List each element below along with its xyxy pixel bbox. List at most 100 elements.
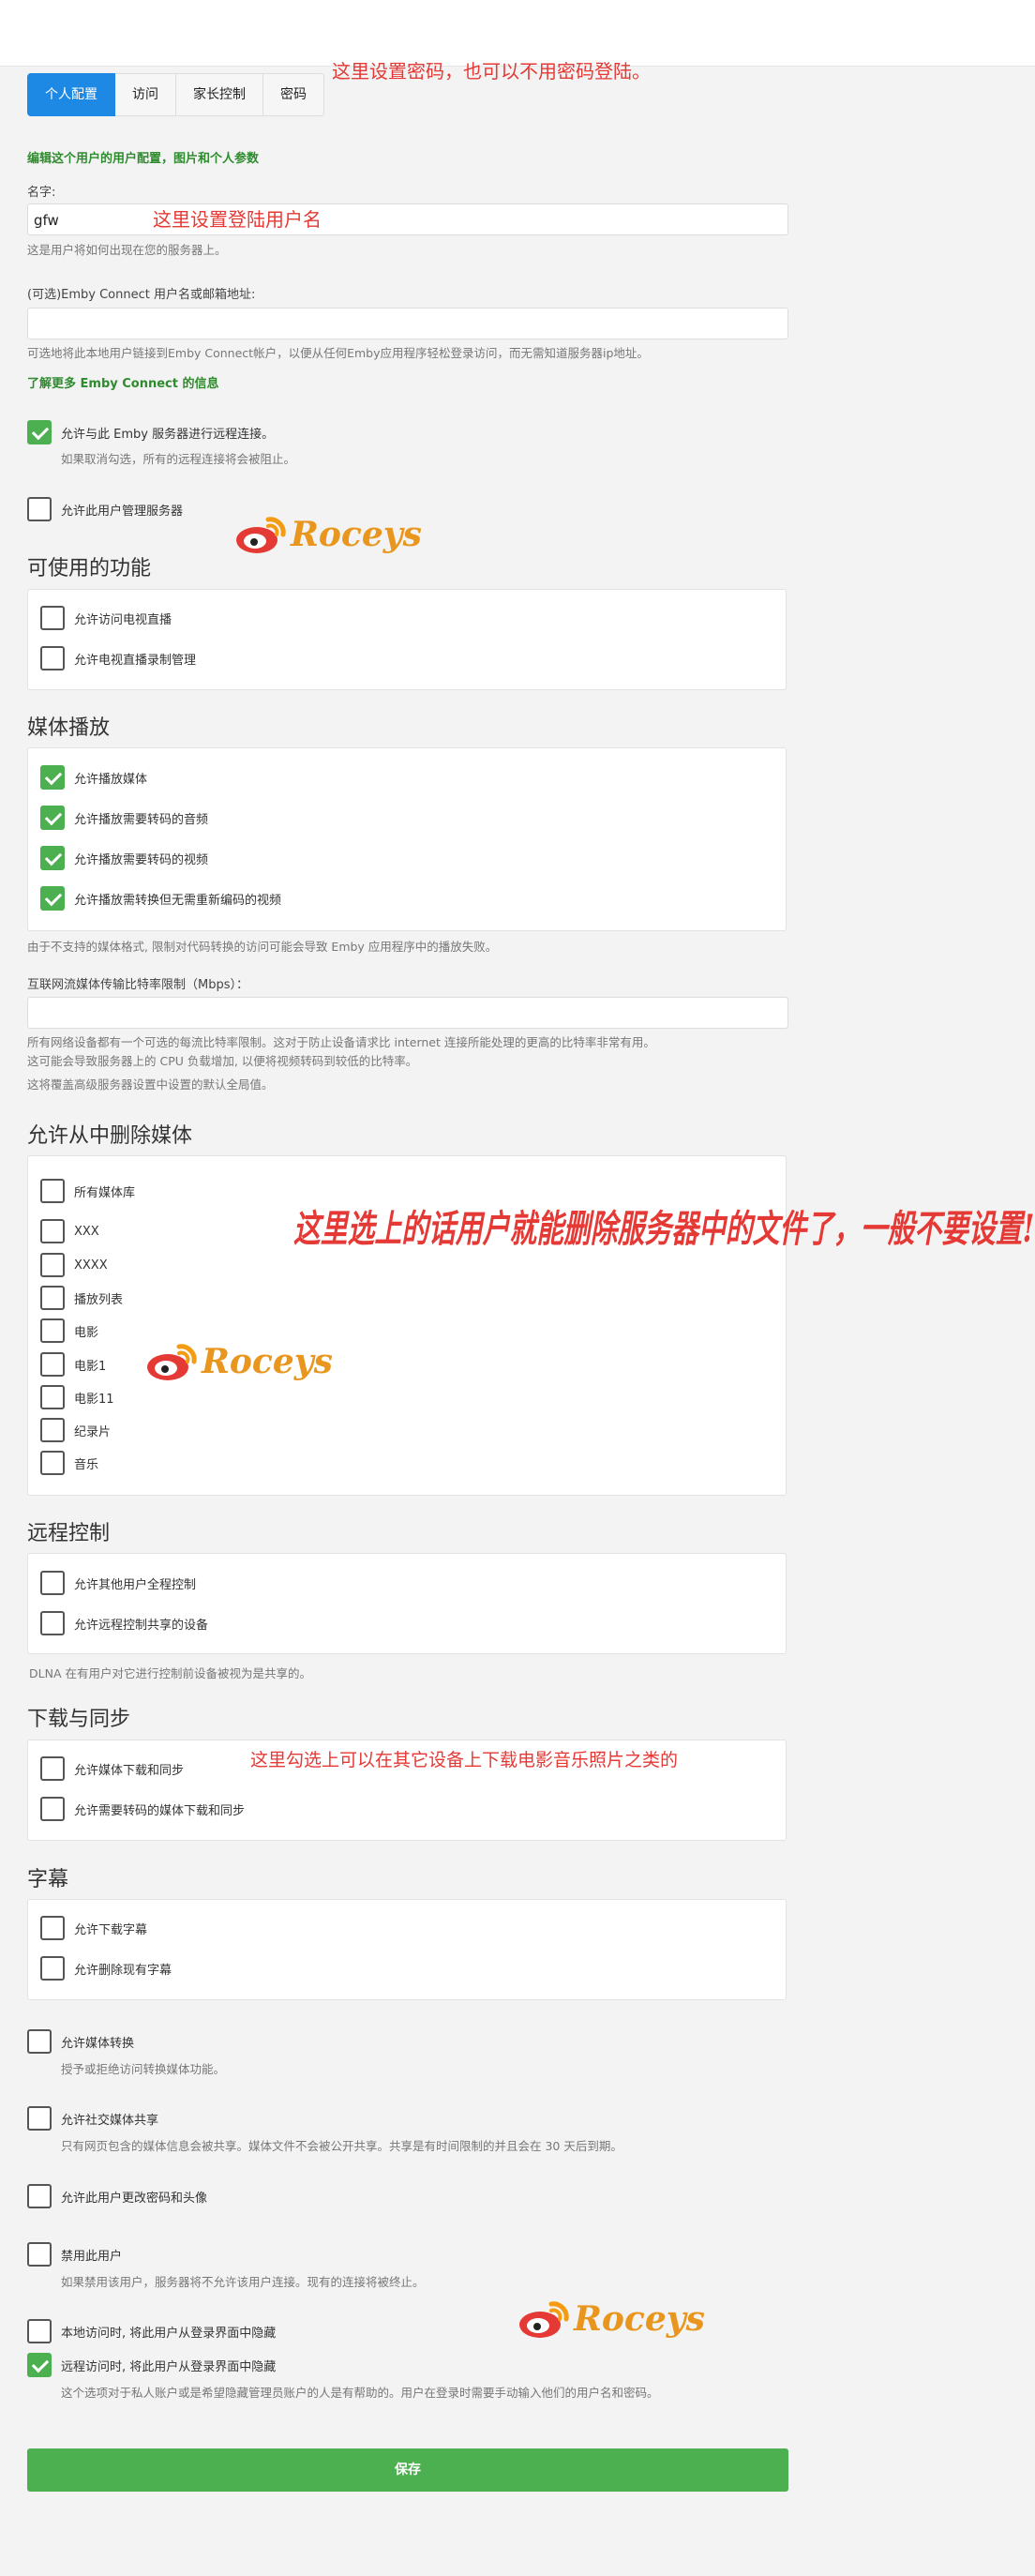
checkbox-box[interactable] [40,846,65,870]
bitrate-help-2: 这可能会导致服务器上的 CPU 负载增加, 以便将视频转码到较低的比特率。 [27,1054,418,1068]
tab-access[interactable]: 访问 [115,73,176,116]
bitrate-input[interactable] [27,997,788,1029]
checkbox-box[interactable] [40,1318,65,1343]
weibo-icon [518,2298,572,2340]
hide-user-help: 这个选项对于私人账户或是希望隐藏管理员账户的人是有帮助的。用户在登录时需要手动输… [61,2386,659,2400]
checkbox-label: 允许社交媒体共享 [61,2113,159,2128]
checkbox-box[interactable] [40,765,65,790]
live-tv-recording-checkbox[interactable]: 允许电视直播录制管理 [40,646,196,670]
checkbox-box[interactable] [40,1956,65,1981]
checkbox-box[interactable] [40,1385,65,1409]
delete-media-item[interactable]: 电影1 [40,1352,106,1377]
social-sharing-checkbox[interactable]: 允许社交媒体共享 [27,2106,158,2131]
checkbox-label: 本地访问时, 将此用户从登录界面中隐藏 [61,2326,277,2341]
admin-checkbox[interactable]: 允许此用户管理服务器 [27,497,183,521]
remote-connection-checkbox[interactable]: 允许与此 Emby 服务器进行远程连接。 [27,420,274,444]
checkbox-box[interactable] [27,420,52,444]
full-remote-control-checkbox[interactable]: 允许其他用户全程控制 [40,1571,196,1595]
checkbox-box[interactable] [40,1418,65,1442]
delete-media-item[interactable]: 电影 [40,1318,98,1343]
delete-media-item[interactable]: 所有媒体库 [40,1179,135,1203]
shared-device-control-checkbox[interactable]: 允许远程控制共享的设备 [40,1611,208,1635]
checkbox-box[interactable] [40,1219,65,1243]
checkbox-box[interactable] [27,2184,52,2208]
delete-media-item[interactable]: 纪录片 [40,1418,111,1442]
subtitle-download-checkbox[interactable]: 允许下载字幕 [40,1916,147,1940]
connect-input[interactable] [27,308,788,339]
annotation-password: 这里设置密码，也可以不用密码登陆。 [332,60,651,83]
checkbox-box[interactable] [27,2242,52,2267]
checkbox-box[interactable] [27,497,52,521]
checkbox-box[interactable] [40,1611,65,1635]
checkbox-label: 允许媒体转换 [61,2036,135,2051]
checkbox-box[interactable] [27,2106,52,2131]
remote-control-title: 远程控制 [27,1522,111,1545]
connect-learn-more-link[interactable]: 了解更多 Emby Connect 的信息 [27,373,219,391]
checkbox-label: 允许与此 Emby 服务器进行远程连接。 [61,427,275,442]
remote-control-help: DLNA 在有用户对它进行控制前设备被视为是共享的。 [29,1666,311,1680]
delete-media-item[interactable]: 音乐 [40,1451,98,1475]
allow-remux-checkbox[interactable]: 允许播放需转换但无需重新编码的视频 [40,886,281,911]
annotation-username: 这里设置登陆用户名 [153,208,322,231]
checkbox-box[interactable] [27,2353,52,2377]
tab-parental-control[interactable]: 家长控制 [176,73,263,116]
social-sharing-help: 只有网页包含的媒体信息会被共享。媒体文件不会被公开共享。共享是有时间限制的并且会… [61,2139,622,2153]
save-button[interactable]: 保存 [27,2448,788,2492]
delete-media-title: 允许从中删除媒体 [27,1124,193,1148]
checkbox-box[interactable] [40,606,65,630]
tab-profile[interactable]: 个人配置 [27,73,115,116]
checkbox-box[interactable] [40,1756,65,1781]
live-tv-access-checkbox[interactable]: 允许访问电视直播 [40,606,172,630]
features-card [27,589,787,690]
checkbox-box[interactable] [40,646,65,670]
checkbox-box[interactable] [40,1253,65,1277]
checkbox-box[interactable] [40,1797,65,1821]
delete-media-item[interactable]: XXXX [40,1253,108,1277]
checkbox-label: 允许其他用户全程控制 [74,1577,197,1592]
checkbox-label: 电影11 [74,1392,114,1407]
tab-password[interactable]: 密码 [263,73,324,116]
transcode-download-checkbox[interactable]: 允许需要转码的媒体下载和同步 [40,1797,245,1821]
checkbox-box[interactable] [40,1352,65,1377]
checkbox-label: 允许电视直播录制管理 [74,653,197,668]
checkbox-label: 允许播放需要转码的音频 [74,812,209,827]
disable-user-checkbox[interactable]: 禁用此用户 [27,2242,122,2267]
checkbox-box[interactable] [40,1916,65,1940]
name-input[interactable]: gfw [27,203,788,235]
annotation-delete: 这里选上的话用户就能删除服务器中的文件了，一般不要设置! [293,1207,1035,1251]
checkbox-label: 禁用此用户 [61,2249,123,2264]
checkbox-box[interactable] [40,1571,65,1595]
media-conversion-help: 授予或拒绝访问转换媒体功能。 [61,2062,226,2076]
hide-remote-checkbox[interactable]: 远程访问时, 将此用户从登录界面中隐藏 [27,2353,276,2377]
checkbox-box[interactable] [40,1451,65,1475]
allow-audio-transcode-checkbox[interactable]: 允许播放需要转码的音频 [40,806,208,830]
checkbox-box[interactable] [27,2319,52,2343]
checkbox-label: 播放列表 [74,1292,124,1307]
checkbox-box[interactable] [40,1179,65,1203]
change-password-checkbox[interactable]: 允许此用户更改密码和头像 [27,2184,207,2208]
subtitles-title: 字幕 [27,1868,69,1891]
allow-video-transcode-checkbox[interactable]: 允许播放需要转码的视频 [40,846,208,870]
media-conversion-checkbox[interactable]: 允许媒体转换 [27,2029,134,2054]
download-sync-title: 下载与同步 [27,1708,131,1731]
delete-media-item[interactable]: 播放列表 [40,1286,123,1310]
connect-label: (可选)Emby Connect 用户名或邮箱地址: [27,288,256,302]
allow-playback-checkbox[interactable]: 允许播放媒体 [40,765,147,790]
checkbox-label: 允许此用户更改密码和头像 [61,2191,208,2206]
bitrate-label: 互联网流媒体传输比特率限制（Mbps）： [27,978,248,992]
delete-media-item[interactable]: XXX [40,1219,99,1243]
checkbox-box[interactable] [40,886,65,911]
checkbox-box[interactable] [40,806,65,830]
watermark-text: Roceys [291,515,422,554]
profile-header: 编辑这个用户的用户配置，图片和个人参数 [27,152,260,166]
media-download-checkbox[interactable]: 允许媒体下载和同步 [40,1756,184,1781]
tab-bar: 个人配置 访问 家长控制 密码 [27,73,324,116]
subtitle-delete-checkbox[interactable]: 允许删除现有字幕 [40,1956,172,1981]
hide-local-checkbox[interactable]: 本地访问时, 将此用户从登录界面中隐藏 [27,2319,276,2343]
checkbox-label: 所有媒体库 [74,1185,136,1200]
playback-title: 媒体播放 [27,716,111,740]
weibo-watermark: Roceys [145,1341,333,1382]
delete-media-item[interactable]: 电影11 [40,1385,114,1409]
checkbox-box[interactable] [40,1286,65,1310]
checkbox-box[interactable] [27,2029,52,2054]
